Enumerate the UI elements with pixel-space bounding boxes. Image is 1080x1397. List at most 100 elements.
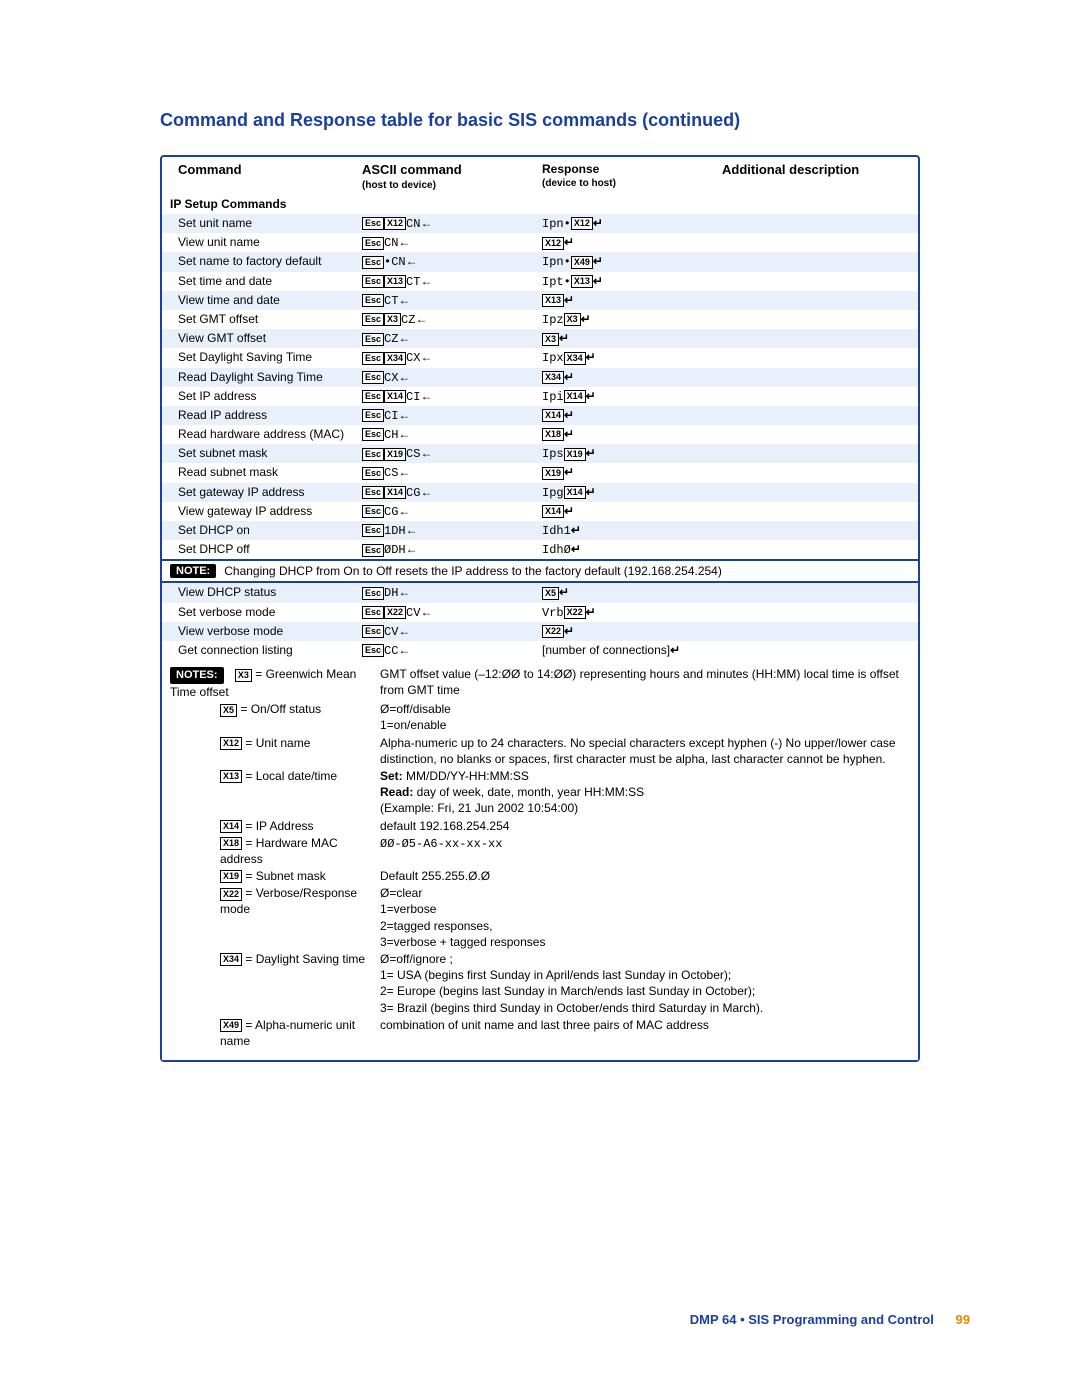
- response-cell: X18↵: [542, 426, 722, 443]
- response-cell: Ipn•X49↵: [542, 253, 722, 270]
- ascii-cell: EscCG←: [362, 503, 542, 520]
- response-cell: IpzX3↵: [542, 311, 722, 328]
- table-row: Set DHCP onEsc1DH←Idh1↵: [162, 521, 918, 540]
- cmd-cell: Get connection listing: [162, 642, 362, 658]
- ascii-cell: EscCV←: [362, 623, 542, 640]
- ascii-cell: EscCC←: [362, 642, 542, 659]
- cmd-cell: Set subnet mask: [162, 445, 362, 461]
- table-row: View gateway IP addressEscCG←X14↵: [162, 502, 918, 521]
- table-row: Set unit nameEscX12CN←Ipn•X12↵: [162, 214, 918, 233]
- notes-row: X49 = Alpha-numeric unit namecombination…: [170, 1017, 910, 1049]
- response-cell: [number of connections]↵: [542, 642, 722, 659]
- response-cell: X5↵: [542, 584, 722, 601]
- page: Command and Response table for basic SIS…: [0, 0, 1080, 1397]
- notes-row: X22 = Verbose/Response modeØ=clear1=verb…: [170, 885, 910, 950]
- header-command: Command: [162, 161, 362, 179]
- note-text: Changing DHCP from On to Off resets the …: [224, 564, 722, 578]
- cmd-cell: Read IP address: [162, 407, 362, 423]
- cmd-cell: View gateway IP address: [162, 503, 362, 519]
- response-cell: Ipt•X13↵: [542, 273, 722, 290]
- notes-row: NOTES: X3 = Greenwich Mean Time offsetGM…: [170, 666, 910, 700]
- response-cell: X22↵: [542, 623, 722, 640]
- ascii-cell: EscCS←: [362, 464, 542, 481]
- ascii-cell: EscX22CV←: [362, 604, 542, 621]
- response-cell: X34↵: [542, 369, 722, 386]
- header-response-sub: (device to host): [542, 177, 718, 191]
- table-header-row: Command ASCII command (host to device) R…: [162, 157, 918, 194]
- table-row: View verbose modeEscCV←X22↵: [162, 622, 918, 641]
- ascii-cell: EscCH←: [362, 426, 542, 443]
- response-cell: VrbX22↵: [542, 604, 722, 621]
- table-row: View DHCP statusEscDH←X5↵: [162, 583, 918, 602]
- header-response: Response (device to host): [542, 161, 722, 191]
- rows-block-2: View DHCP statusEscDH←X5↵Set verbose mod…: [162, 583, 918, 660]
- table-row: Set Daylight Saving TimeEscX34CX←IpxX34↵: [162, 348, 918, 367]
- cmd-cell: Set gateway IP address: [162, 484, 362, 500]
- table-row: Set IP addressEscX14CI←IpiX14↵: [162, 387, 918, 406]
- command-table: Command ASCII command (host to device) R…: [160, 155, 920, 1062]
- header-ascii-label: ASCII command: [362, 162, 462, 177]
- cmd-cell: Set DHCP off: [162, 541, 362, 557]
- notes-row: X5 = On/Off statusØ=off/disable1=on/enab…: [170, 701, 910, 733]
- ascii-cell: Esc•CN←: [362, 253, 542, 270]
- header-additional: Additional description: [722, 161, 902, 179]
- table-row: Set DHCP offEscØDH←IdhØ↵: [162, 540, 918, 559]
- cmd-cell: Read hardware address (MAC): [162, 426, 362, 442]
- response-cell: IpiX14↵: [542, 388, 722, 405]
- notes-row: X19 = Subnet maskDefault 255.255.Ø.Ø: [170, 868, 910, 884]
- cmd-cell: Set Daylight Saving Time: [162, 349, 362, 365]
- cmd-cell: Set time and date: [162, 273, 362, 289]
- notes-block: NOTES: X3 = Greenwich Mean Time offsetGM…: [162, 660, 918, 1060]
- table-row: Set name to factory defaultEsc•CN←Ipn•X4…: [162, 252, 918, 271]
- response-cell: IpgX14↵: [542, 484, 722, 501]
- page-footer: DMP 64 • SIS Programming and Control 99: [690, 1312, 970, 1327]
- cmd-cell: Read Daylight Saving Time: [162, 369, 362, 385]
- cmd-cell: Read subnet mask: [162, 464, 362, 480]
- header-ascii-sub: (host to device): [362, 179, 538, 193]
- table-row: View time and dateEscCT←X13↵: [162, 291, 918, 310]
- cmd-cell: View DHCP status: [162, 584, 362, 600]
- table-row: Read Daylight Saving TimeEscCX←X34↵: [162, 368, 918, 387]
- response-cell: X13↵: [542, 292, 722, 309]
- notes-row: X13 = Local date/timeSet: MM/DD/YY-HH:MM…: [170, 768, 910, 817]
- footer-page-number: 99: [956, 1312, 970, 1327]
- table-row: View GMT offsetEscCZ←X3↵: [162, 329, 918, 348]
- cmd-cell: View GMT offset: [162, 330, 362, 346]
- response-cell: X12↵: [542, 234, 722, 251]
- table-row: Set verbose modeEscX22CV←VrbX22↵: [162, 603, 918, 622]
- cmd-cell: Set unit name: [162, 215, 362, 231]
- notes-row: X12 = Unit nameAlpha-numeric up to 24 ch…: [170, 735, 910, 767]
- cmd-cell: Set IP address: [162, 388, 362, 404]
- notes-row: X34 = Daylight Saving timeØ=off/ignore ;…: [170, 951, 910, 1016]
- ascii-cell: EscCN←: [362, 234, 542, 251]
- table-row: Set GMT offsetEscX3CZ←IpzX3↵: [162, 310, 918, 329]
- ascii-cell: EscCI←: [362, 407, 542, 424]
- page-title: Command and Response table for basic SIS…: [160, 110, 970, 131]
- response-cell: IdhØ↵: [542, 541, 722, 558]
- footer-section: DMP 64 • SIS Programming and Control: [690, 1312, 934, 1327]
- note-row: NOTE: Changing DHCP from On to Off reset…: [162, 559, 918, 583]
- header-response-label: Response: [542, 162, 599, 176]
- ascii-cell: EscX3CZ←: [362, 311, 542, 328]
- table-row: View unit nameEscCN←X12↵: [162, 233, 918, 252]
- response-cell: X14↵: [542, 503, 722, 520]
- response-cell: Ipn•X12↵: [542, 215, 722, 232]
- response-cell: X19↵: [542, 464, 722, 481]
- table-row: Read hardware address (MAC)EscCH←X18↵: [162, 425, 918, 444]
- note-label: NOTE:: [170, 564, 216, 578]
- section-header: IP Setup Commands: [162, 194, 918, 214]
- ascii-cell: EscØDH←: [362, 541, 542, 558]
- ascii-cell: EscX34CX←: [362, 349, 542, 366]
- cmd-cell: View unit name: [162, 234, 362, 250]
- notes-row: X18 = Hardware MAC addressØØ-Ø5-A6-xx-xx…: [170, 835, 910, 867]
- ascii-cell: EscCZ←: [362, 330, 542, 347]
- response-cell: IpxX34↵: [542, 349, 722, 366]
- table-row: Set time and dateEscX13CT←Ipt•X13↵: [162, 272, 918, 291]
- response-cell: IpsX19↵: [542, 445, 722, 462]
- cmd-cell: Set name to factory default: [162, 253, 362, 269]
- response-cell: X3↵: [542, 330, 722, 347]
- rows-block-1: Set unit nameEscX12CN←Ipn•X12↵View unit …: [162, 214, 918, 559]
- ascii-cell: EscCX←: [362, 369, 542, 386]
- ascii-cell: EscX12CN←: [362, 215, 542, 232]
- ascii-cell: EscDH←: [362, 584, 542, 601]
